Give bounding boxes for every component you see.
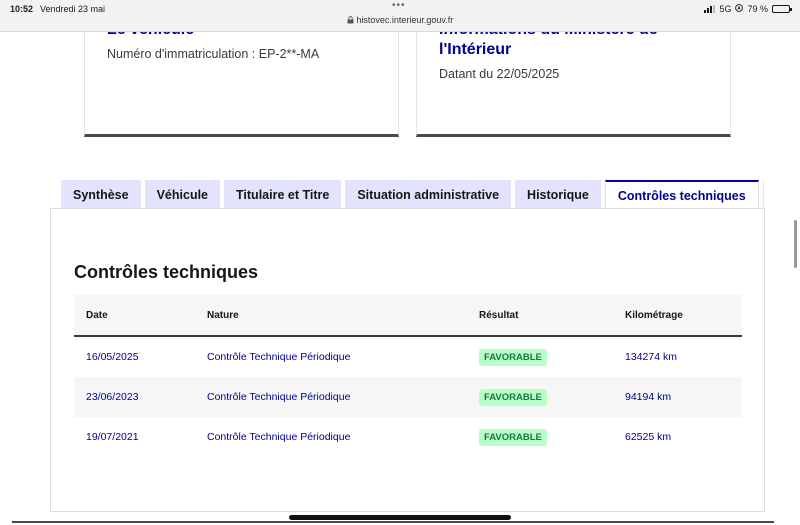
multitasking-dots-icon[interactable]: ••• xyxy=(392,0,406,11)
header-date: Date xyxy=(86,309,108,321)
row-nature: Contrôle Technique Périodique xyxy=(207,431,351,443)
technical-inspection-table: Date Nature Résultat Kilométrage 16/05/2… xyxy=(74,295,742,457)
row-mileage: 134274 km xyxy=(625,351,677,363)
status-indicators: 5G 79 % xyxy=(704,4,792,14)
row-result: FAVORABLE xyxy=(479,337,547,377)
row-result: FAVORABLE xyxy=(479,417,547,457)
tab-kilometrage[interactable]: Kilométrage xyxy=(762,180,764,209)
row-mileage: 94194 km xyxy=(625,391,672,403)
row-nature: Contrôle Technique Périodique xyxy=(207,391,351,403)
table-header: Date Nature Résultat Kilométrage xyxy=(74,295,742,337)
tab-titulaire-et-titre[interactable]: Titulaire et Titre xyxy=(224,180,342,209)
ministry-card: Informations du Ministère de l'Intérieur… xyxy=(416,20,731,137)
tab-list: Synthèse Véhicule Titulaire et Titre Situat… xyxy=(61,180,764,209)
page-scrollbar[interactable] xyxy=(794,220,797,268)
url-bar[interactable]: histovec.interieur.gouv.fr xyxy=(0,15,800,25)
tab-controles-techniques[interactable]: Contrôles techniques xyxy=(604,180,759,209)
vehicle-card: Le véhicule Numéro d'immatriculation : E… xyxy=(84,20,399,137)
location-icon xyxy=(735,4,744,14)
table-row: 16/05/2025 Contrôle Technique Périodique… xyxy=(74,337,742,377)
row-date: 23/06/2023 xyxy=(86,391,139,403)
registration-number: Numéro d'immatriculation : EP-2**-MA xyxy=(107,47,320,61)
row-nature: Contrôle Technique Périodique xyxy=(207,351,351,363)
signal-icon xyxy=(704,5,716,13)
row-mileage: 62525 km xyxy=(625,431,672,443)
result-badge: FAVORABLE xyxy=(479,348,547,366)
lock-icon xyxy=(347,15,357,25)
table-row: 23/06/2023 Contrôle Technique Périodique… xyxy=(74,377,742,417)
status-date: Vendredi 23 mai xyxy=(40,4,106,14)
tab-panel: Contrôles techniques Date Nature Résulta… xyxy=(50,208,765,512)
header-result: Résultat xyxy=(479,309,519,321)
panel-title: Contrôles techniques xyxy=(74,262,259,282)
status-time: 10:52 xyxy=(10,4,34,14)
status-bar: 10:52 Vendredi 23 mai ••• histovec.inter… xyxy=(0,0,800,32)
result-badge: FAVORABLE xyxy=(479,428,547,446)
tab-synthese[interactable]: Synthèse xyxy=(61,180,141,209)
result-badge: FAVORABLE xyxy=(479,388,547,406)
row-date: 19/07/2021 xyxy=(86,431,139,443)
bottom-divider xyxy=(12,521,774,523)
tab-historique[interactable]: Historique xyxy=(515,180,601,209)
header-mileage: Kilométrage xyxy=(625,309,683,321)
network-label: 5G xyxy=(719,4,732,14)
battery-percent: 79 % xyxy=(747,4,768,14)
header-nature: Nature xyxy=(207,309,239,321)
table-row: 19/07/2021 Contrôle Technique Périodique… xyxy=(74,417,742,457)
battery-icon xyxy=(772,5,792,13)
tab-vehicule[interactable]: Véhicule xyxy=(144,180,221,209)
tab-situation-administrative[interactable]: Situation administrative xyxy=(345,180,512,209)
ministry-date: Datant du 22/05/2025 xyxy=(439,67,560,81)
row-date: 16/05/2025 xyxy=(86,351,139,363)
url-text: histovec.interieur.gouv.fr xyxy=(356,15,454,25)
home-indicator[interactable] xyxy=(289,515,511,520)
row-result: FAVORABLE xyxy=(479,377,547,417)
